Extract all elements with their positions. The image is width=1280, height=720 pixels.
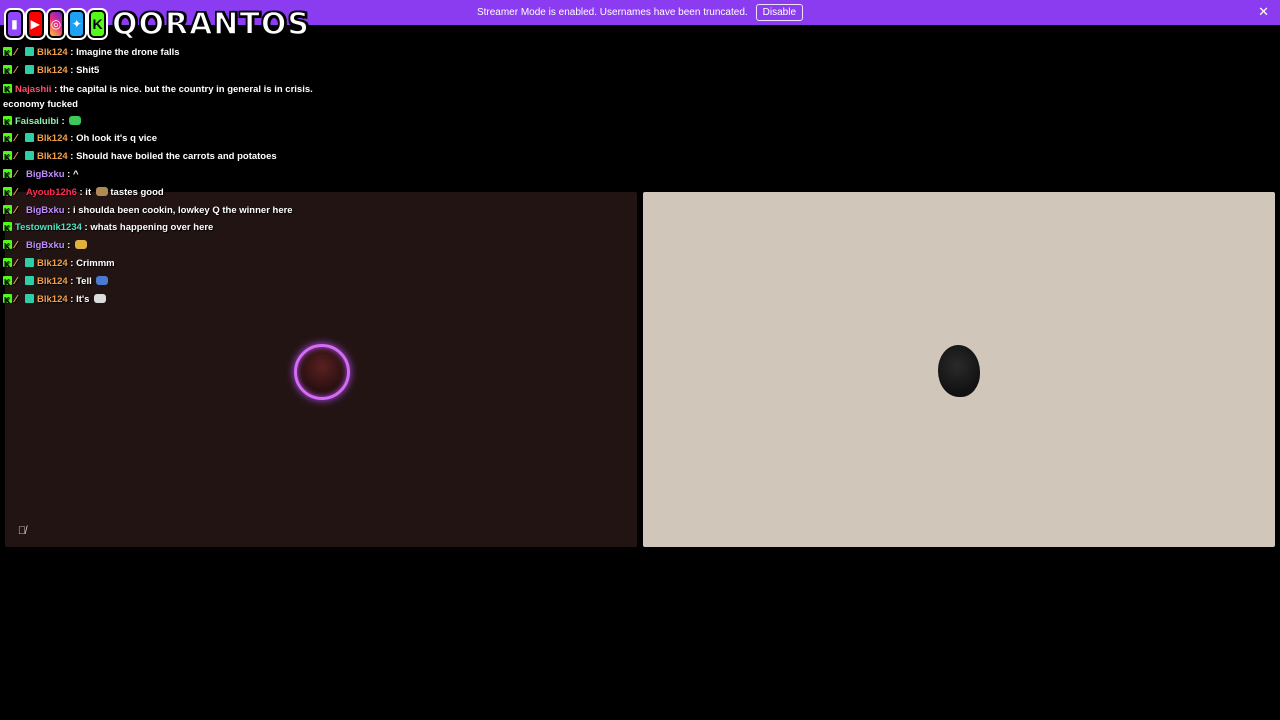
chat-emote-icon <box>69 115 82 125</box>
sword-badge-icon <box>14 291 23 309</box>
chat-overlay: Blk124 : Imagine the drone fallsBlk124 :… <box>3 44 333 309</box>
chat-text: : whats happening over here <box>81 222 214 234</box>
sword-badge-icon <box>14 44 23 62</box>
chat-username[interactable]: Blk124 <box>37 65 68 76</box>
kick-badge-icon <box>3 149 12 167</box>
chat-text: : Shit5 <box>67 64 100 76</box>
chat-username[interactable]: Najashii <box>15 84 51 95</box>
close-icon[interactable]: ✕ <box>1258 5 1269 19</box>
chat-text: : <box>58 115 68 127</box>
chat-text: : Should have boiled the carrots and pot… <box>67 151 277 163</box>
chat-message: Blk124 : Tell <box>3 273 333 292</box>
brand-name: QORANTOS <box>111 6 310 43</box>
kick-badge-icon <box>3 63 12 81</box>
sword-badge-icon <box>14 202 23 220</box>
kick-badge-icon <box>3 167 12 185</box>
chat-text: : <box>64 240 73 252</box>
participant-avatar <box>938 345 980 397</box>
chat-emote-icon <box>75 240 87 250</box>
kick-badge-icon <box>3 203 12 220</box>
sub-badge-icon <box>25 47 34 56</box>
chat-text: : Imagine the drone falls <box>67 47 180 58</box>
kick-badge-icon <box>3 114 12 131</box>
chat-message: Testownik1234 : whats happening over her… <box>3 219 333 238</box>
kick-badge-icon <box>3 185 12 203</box>
kick-badge-icon <box>3 274 12 292</box>
chat-username[interactable]: BigBxku <box>26 205 65 216</box>
sword-badge-icon <box>14 255 23 273</box>
chat-username[interactable]: Blk124 <box>37 133 68 144</box>
sword-badge-icon <box>14 273 23 291</box>
chat-message: BigBxku : i shoulda been cookin, lowkey … <box>3 202 333 220</box>
chat-message: Najashii : the capital is nice. but the … <box>3 80 333 113</box>
sword-badge-icon <box>14 130 23 148</box>
chat-text: : Oh look it's q vice <box>67 133 157 145</box>
chat-username[interactable]: Faisaluibi <box>15 116 59 127</box>
sword-badge-icon <box>14 237 23 255</box>
chat-emote-icon <box>95 186 108 196</box>
chat-text: : it <box>76 186 94 198</box>
chat-message: Blk124 : Imagine the drone falls <box>3 44 333 63</box>
speaking-avatar <box>294 344 350 400</box>
kick-badge-icon <box>3 256 12 274</box>
chat-message: Ayoub12h6 : it tastes good <box>3 184 333 203</box>
chat-username[interactable]: Blk124 <box>37 258 68 269</box>
chat-text: : It's <box>67 293 93 305</box>
youtube-icon: ▶ <box>26 10 44 38</box>
kick-badge-icon <box>3 292 12 309</box>
chat-text: : Tell <box>67 275 95 287</box>
kick-badge-icon <box>3 220 12 238</box>
chat-emote-icon <box>94 293 107 303</box>
chat-username[interactable]: Ayoub12h6 <box>26 187 77 198</box>
sub-badge-icon <box>25 257 34 267</box>
sub-badge-icon <box>25 151 34 161</box>
stream-logo: ▮ ▶ ◎ ✦ K QORANTOS <box>6 3 310 45</box>
chat-username[interactable]: Blk124 <box>37 47 68 58</box>
streamer-mode-message: Streamer Mode is enabled. Usernames have… <box>476 7 748 18</box>
chat-username[interactable]: Blk124 <box>37 294 68 305</box>
sword-badge-icon <box>14 148 23 166</box>
kick-badge-icon <box>3 131 12 149</box>
kick-badge-icon <box>3 45 12 63</box>
chat-message: Blk124 : Should have boiled the carrots … <box>3 148 333 167</box>
chat-text: : ^ <box>64 168 79 180</box>
chat-message: Blk124 : It's <box>3 291 333 309</box>
chat-message: BigBxku : <box>3 237 333 256</box>
instagram-icon: ◎ <box>47 10 65 38</box>
chat-text-after: tastes good <box>107 186 164 198</box>
sub-badge-icon <box>25 293 34 303</box>
twitter-icon: ✦ <box>68 10 86 38</box>
sword-badge-icon <box>14 166 23 184</box>
chat-text: : Crimmm <box>67 257 115 269</box>
twitch-icon: ▮ <box>6 10 23 38</box>
sub-badge-icon <box>25 133 34 143</box>
chat-message: Blk124 : Oh look it's q vice <box>3 130 333 149</box>
chat-username[interactable]: BigBxku <box>26 169 65 180</box>
chat-username[interactable]: Blk124 <box>37 151 68 162</box>
chat-message: Blk124 : Shit5 <box>3 62 333 81</box>
chat-username[interactable]: BigBxku <box>26 240 65 251</box>
chat-username[interactable]: Blk124 <box>37 276 68 287</box>
chat-username[interactable]: Testownik1234 <box>15 222 82 233</box>
chat-message: Blk124 : Crimmm <box>3 255 333 274</box>
chat-message: BigBxku : ^ <box>3 166 333 185</box>
chat-emote-icon <box>96 275 109 285</box>
kick-badge-icon <box>3 238 12 256</box>
sword-badge-icon <box>14 184 23 202</box>
kick-icon: K <box>89 10 106 38</box>
chat-message: Faisaluibi : <box>3 113 333 131</box>
disable-streamer-mode-button[interactable]: Disable <box>755 4 804 21</box>
sub-badge-icon <box>25 275 34 285</box>
microphone-muted-icon: 🎙̸ <box>17 525 27 537</box>
chat-text: : i shoulda been cookin, lowkey Q the wi… <box>64 204 293 216</box>
sub-badge-icon <box>25 64 34 74</box>
sword-badge-icon <box>14 62 23 80</box>
kick-badge-icon <box>3 82 12 97</box>
